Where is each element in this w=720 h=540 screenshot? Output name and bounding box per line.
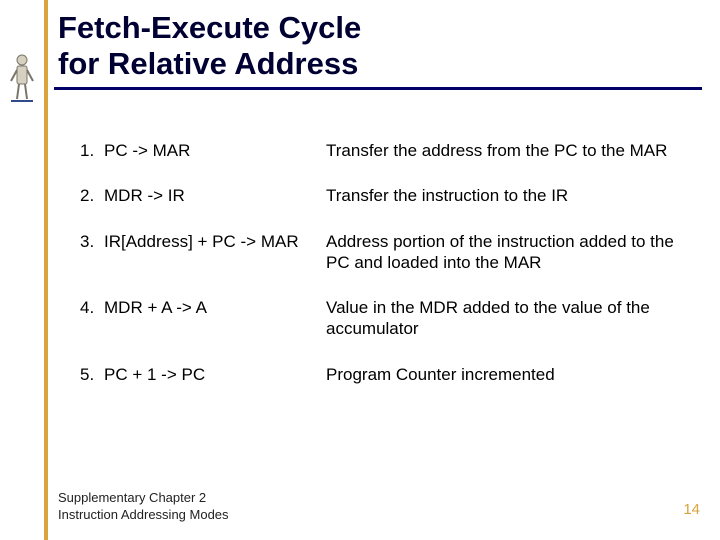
table-row: 4. MDR + A -> A Value in the MDR added t… <box>80 285 680 352</box>
table-row: 2. MDR -> IR Transfer the instruction to… <box>80 173 680 218</box>
step-number: 1. <box>80 128 104 173</box>
step-operation: IR[Address] + PC -> MAR <box>104 219 326 286</box>
step-description: Address portion of the instruction added… <box>326 219 680 286</box>
slide-title: Fetch-Execute Cycle for Relative Address <box>58 10 698 90</box>
robot-figure-icon <box>9 53 35 103</box>
accent-vertical-bar <box>44 0 48 540</box>
step-description: Program Counter incremented <box>326 352 680 397</box>
footer-line-1: Supplementary Chapter 2 <box>58 490 206 505</box>
page-number: 14 <box>683 501 700 518</box>
steps-table: 1. PC -> MAR Transfer the address from t… <box>80 128 680 397</box>
slide-logo <box>8 52 36 104</box>
table-row: 3. IR[Address] + PC -> MAR Address porti… <box>80 219 680 286</box>
step-number: 2. <box>80 173 104 218</box>
title-underline <box>54 87 702 90</box>
step-operation: PC + 1 -> PC <box>104 352 326 397</box>
step-number: 5. <box>80 352 104 397</box>
step-description: Transfer the instruction to the IR <box>326 173 680 218</box>
step-operation: MDR -> IR <box>104 173 326 218</box>
footer-line-2: Instruction Addressing Modes <box>58 507 229 522</box>
step-number: 4. <box>80 285 104 352</box>
step-description: Value in the MDR added to the value of t… <box>326 285 680 352</box>
step-description: Transfer the address from the PC to the … <box>326 128 680 173</box>
table-row: 1. PC -> MAR Transfer the address from t… <box>80 128 680 173</box>
step-operation: MDR + A -> A <box>104 285 326 352</box>
title-line-1: Fetch-Execute Cycle <box>58 10 361 45</box>
table-row: 5. PC + 1 -> PC Program Counter incremen… <box>80 352 680 397</box>
steps-table-container: 1. PC -> MAR Transfer the address from t… <box>80 128 680 397</box>
step-number: 3. <box>80 219 104 286</box>
footer-text: Supplementary Chapter 2 Instruction Addr… <box>58 490 229 524</box>
step-operation: PC -> MAR <box>104 128 326 173</box>
title-line-2: for Relative Address <box>58 46 358 81</box>
